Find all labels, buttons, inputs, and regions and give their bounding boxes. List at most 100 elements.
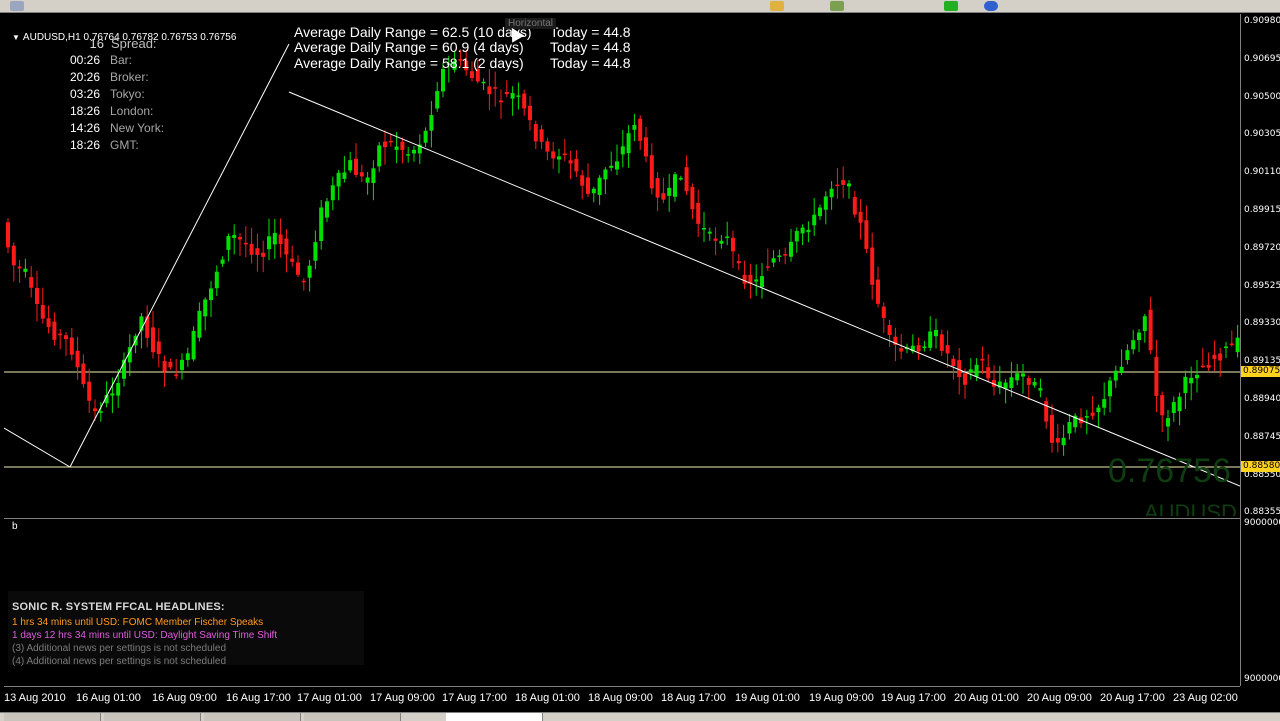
candle-body xyxy=(986,367,991,379)
candle-body xyxy=(1108,380,1112,397)
candle-body xyxy=(272,233,277,245)
candle-body xyxy=(1183,376,1188,394)
toolbar-button[interactable] xyxy=(770,1,784,11)
candle-body xyxy=(568,160,573,164)
candle-body xyxy=(1038,388,1043,391)
candle-body xyxy=(1206,365,1211,368)
candle-body xyxy=(707,231,712,234)
candle-body xyxy=(1026,378,1031,385)
price-scale[interactable]: 0.90980 0.90695 0.90500 0.90305 0.90110 0.899… xyxy=(1240,14,1280,686)
refresh-icon[interactable] xyxy=(984,1,998,11)
trend-line xyxy=(4,427,71,468)
candle-body xyxy=(365,177,370,183)
candle-body xyxy=(551,151,556,159)
candle-body xyxy=(412,149,416,154)
candle-body xyxy=(667,187,672,196)
candle-body xyxy=(800,227,805,234)
candle-body xyxy=(557,156,561,160)
candle-body xyxy=(301,280,306,283)
time-axis: 13 Aug 2010 16 Aug 01:00 16 Aug 09:00 16 Au… xyxy=(4,686,1240,713)
candle-body xyxy=(180,359,184,370)
candle-body xyxy=(858,211,863,223)
main-chart[interactable]: ▼ AUDUSD,H1 0.76764 0.76782 0.76753 0.767… xyxy=(4,14,1240,516)
candle-body xyxy=(58,333,63,336)
candle-body xyxy=(40,304,45,319)
candle-body xyxy=(783,254,788,256)
candle-body xyxy=(1032,382,1037,386)
candle-body xyxy=(342,172,347,179)
candlestick-chart[interactable] xyxy=(4,14,1240,516)
candle-body xyxy=(1235,337,1240,353)
candle-body xyxy=(319,207,324,242)
candle-body xyxy=(359,172,364,177)
candle-body xyxy=(963,373,967,385)
candle-body xyxy=(829,188,834,198)
indicator-subwindow[interactable]: b SONIC R. SYSTEM FFCAL HEADLINES: 1 hrs… xyxy=(4,518,1240,687)
dropdown-arrow-icon: ▼ xyxy=(12,33,20,42)
candle-body xyxy=(267,236,271,250)
candle-body xyxy=(533,123,538,142)
price-label: 0.88745 xyxy=(1244,431,1280,442)
price-label: 0.90980 xyxy=(1244,16,1280,26)
candle-body xyxy=(330,185,335,201)
toolbar-button[interactable] xyxy=(10,1,24,11)
candle-body xyxy=(835,184,840,187)
price-label: 0.89915 xyxy=(1244,205,1280,215)
session-row: 20:26 Broker: xyxy=(69,70,149,84)
candle-body xyxy=(510,93,515,99)
candle-body xyxy=(191,330,196,360)
candle-body xyxy=(644,137,648,157)
candle-body xyxy=(377,145,382,167)
candle-body xyxy=(922,346,927,348)
candle-body xyxy=(562,153,567,156)
candle-body xyxy=(1015,373,1020,381)
candle-body xyxy=(1055,438,1060,443)
candle-body xyxy=(261,252,266,257)
candle-body xyxy=(812,214,817,226)
candle-body xyxy=(238,237,242,240)
candle-body xyxy=(290,258,295,262)
candle-body xyxy=(528,105,532,121)
candle-body xyxy=(243,242,248,245)
session-row: 14:26 New York: xyxy=(69,121,165,135)
candle-body xyxy=(388,140,393,143)
candle-body xyxy=(620,146,625,155)
candle-body xyxy=(777,255,782,258)
candle-body xyxy=(899,348,904,352)
candle-body xyxy=(794,231,799,242)
toolbar-button[interactable] xyxy=(830,1,844,11)
session-row: 18:26 London: xyxy=(69,104,154,118)
candle-body xyxy=(632,125,637,130)
candle-body xyxy=(731,237,735,252)
candle-body xyxy=(655,178,660,198)
candle-body xyxy=(249,243,254,255)
candle-body xyxy=(1067,422,1072,434)
candle-body xyxy=(945,345,950,354)
candle-body xyxy=(481,81,486,84)
candle-body xyxy=(968,369,973,373)
candle-body xyxy=(151,327,155,353)
adr-row: Average Daily Range = 60.9 (4 days) Today… xyxy=(294,39,631,55)
candle-body xyxy=(220,259,225,264)
spread-value: 16 xyxy=(89,36,104,51)
candle-body xyxy=(284,238,289,255)
candle-body xyxy=(1200,365,1205,368)
price-label: 0.90110 xyxy=(1244,167,1280,178)
candle-body xyxy=(11,245,16,266)
candle-body xyxy=(1218,353,1223,361)
adr-row: Average Daily Range = 58.1 (2 days) Today… xyxy=(294,55,631,71)
candle-body xyxy=(742,274,747,284)
subwindow-label: b xyxy=(12,521,18,532)
candle-body xyxy=(1009,377,1014,389)
session-row: 03:26 Tokyo: xyxy=(69,87,145,101)
spread-label: Spread: xyxy=(111,36,157,51)
candle-body xyxy=(1044,401,1049,422)
candle-body xyxy=(35,287,39,305)
candle-body xyxy=(116,383,121,396)
candle-body xyxy=(371,168,376,184)
candle-body xyxy=(470,71,474,79)
subwindow-scale-bottom: 9000000 xyxy=(1244,674,1280,684)
candle-body xyxy=(214,271,219,289)
candle-body xyxy=(1177,396,1182,412)
add-icon[interactable] xyxy=(944,1,958,11)
